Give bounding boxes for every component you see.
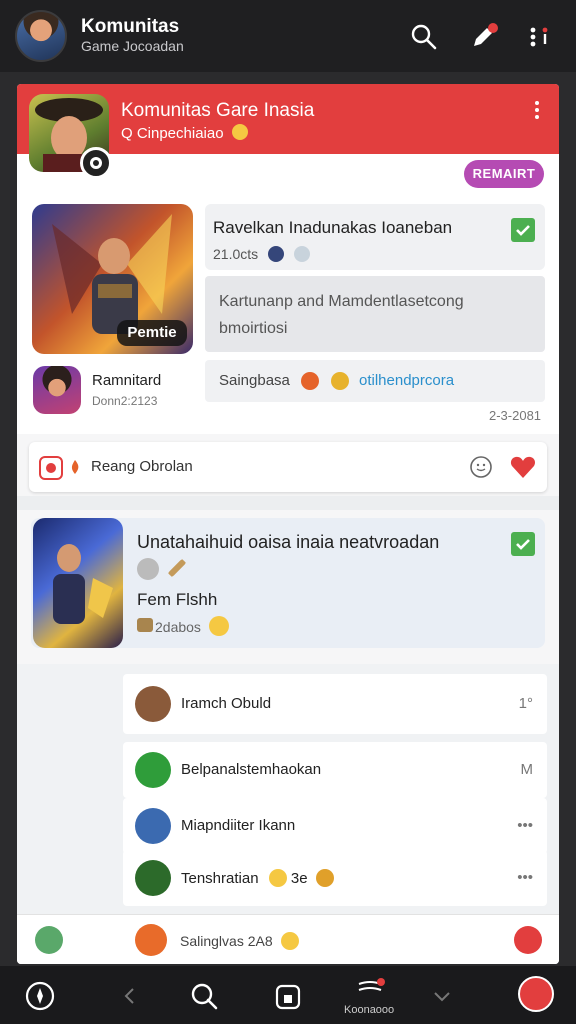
section-divider — [17, 496, 559, 510]
featured-post-image[interactable] — [33, 518, 123, 648]
profile-avatar-icon[interactable] — [518, 976, 554, 1012]
post-check-icon[interactable] — [511, 218, 535, 242]
list-item-name: Tenshratian 3e — [181, 869, 334, 887]
bottom-nav: Koonaooo — [0, 966, 576, 1024]
compose-label-text: Salinglvas 2A8 — [180, 933, 273, 949]
coin-icon — [293, 246, 310, 262]
photo-icon — [137, 618, 153, 632]
post-header[interactable]: Ravelkan Inadunakas Ioaneban 21.0cts — [205, 204, 545, 270]
chat-room-icon — [39, 456, 63, 480]
fire-icon — [71, 460, 79, 474]
grin-emoji-icon — [231, 124, 248, 140]
featured-post-meta-text: 2dabos — [155, 619, 201, 635]
hero-subtitle: Q Cinpechiaiao — [121, 124, 248, 142]
emoji-react-icon[interactable] — [469, 455, 493, 479]
gift-avatar-icon — [135, 924, 167, 956]
featured-post-author[interactable]: Fem Flshh — [137, 590, 217, 610]
edit-notification-icon[interactable] — [468, 22, 498, 52]
hero-subtitle-text: Q Cinpechiaiao — [121, 125, 224, 142]
user-name[interactable]: Ramnitard — [92, 372, 161, 389]
hero-title: Komunitas Gare Inasia — [121, 100, 315, 121]
featured-character-icon — [53, 544, 113, 624]
premium-tag: Pemtie — [117, 320, 187, 346]
list-item[interactable]: Belpanalstemhaokan M — [123, 742, 547, 798]
smile-emoji-icon — [280, 932, 299, 950]
community-panel: Komunitas Gare Inasia Q Cinpechiaiao REM… — [17, 84, 559, 964]
more-menu-icon[interactable] — [524, 22, 554, 52]
featured-post-title: Unatahaihuid oaisa inaia neatvroadan — [137, 532, 440, 552]
chat-room-row[interactable]: Reang Obrolan — [29, 442, 547, 492]
list-item-name: Iramch Obuld — [181, 695, 272, 712]
sword-icon — [167, 558, 187, 578]
post-meta-text: 21.0cts — [213, 246, 259, 262]
post-footer-link[interactable]: otilhendprcora — [359, 372, 454, 389]
flame-emoji-icon — [301, 372, 319, 390]
edit-icon[interactable] — [514, 926, 542, 954]
app-title: Komunitas — [81, 16, 180, 37]
post-meta: 21.0cts — [213, 246, 310, 262]
green-badge-avatar-icon — [135, 752, 171, 788]
green-avatar-icon — [135, 860, 171, 896]
heart-icon[interactable] — [509, 453, 537, 481]
compose-label: Salinglvas 2A8 — [180, 932, 299, 950]
post-body-text: Kartunanp and Mamdentlasetcong bmoirtios… — [219, 293, 464, 337]
compass-icon[interactable] — [24, 980, 56, 1012]
blue-avatar-icon — [135, 808, 171, 844]
list-item-name: Belpanalstemhaokan — [181, 761, 322, 778]
hero-more-icon[interactable] — [531, 98, 543, 122]
warrior-avatar-icon — [135, 686, 171, 722]
compose-row[interactable]: Salinglvas 2A8 — [17, 914, 559, 964]
featured-check-icon[interactable] — [511, 532, 535, 556]
back-chevron-icon[interactable] — [114, 980, 146, 1012]
globe-icon — [268, 246, 285, 262]
remake-button[interactable]: REMAIRT — [464, 160, 544, 188]
smile-emoji-icon — [268, 869, 287, 887]
list-item-more-icon[interactable]: ••• — [517, 869, 533, 886]
search-icon[interactable] — [409, 22, 439, 52]
top-bar: Komunitas Game Jocoadan — [0, 0, 576, 72]
list-item-name-text: Tenshratian — [181, 870, 259, 887]
search-icon[interactable] — [188, 980, 220, 1012]
cool-emoji-icon — [315, 869, 334, 887]
post-title: Ravelkan Inadunakas Ioaneban — [213, 218, 453, 237]
smile-emoji-icon — [208, 616, 229, 636]
list-item[interactable]: Iramch Obuld 1° — [123, 674, 547, 734]
list-item-badge: M — [520, 761, 534, 778]
list-item-suffix: 3e — [290, 870, 308, 887]
list-item[interactable]: Tenshratian 3e ••• — [123, 850, 547, 906]
post-footer: Saingbasa otilhendprcora — [205, 360, 545, 402]
featured-post-meta: 2dabos — [155, 616, 229, 636]
gamepad-badge-icon — [80, 147, 112, 179]
home-icon[interactable] — [272, 980, 304, 1012]
list-item-badge: 1° — [518, 695, 533, 712]
star-emoji-icon — [331, 372, 349, 390]
down-chevron-icon[interactable] — [426, 980, 458, 1012]
list-item-more-icon[interactable]: ••• — [517, 817, 533, 834]
user-avatar[interactable] — [33, 366, 81, 414]
chat-room-label: Reang Obrolan — [91, 458, 193, 475]
post-date: 2-3-2081 — [489, 408, 542, 423]
nav-active-label: Koonaooo — [344, 1004, 395, 1016]
community-avatar[interactable] — [15, 10, 67, 62]
app-subtitle: Game Jocoadan — [81, 38, 184, 54]
refresh-icon[interactable] — [35, 926, 63, 954]
list-item[interactable]: Miapndiiter Ikann ••• — [123, 798, 547, 854]
post-body: Kartunanp and Mamdentlasetcong bmoirtios… — [205, 276, 545, 352]
list-item-name: Miapndiiter Ikann — [181, 817, 296, 834]
coin-icon — [137, 558, 159, 580]
post-footer-label: Saingbasa — [219, 372, 290, 389]
featured-post-card[interactable]: Unatahaihuid oaisa inaia neatvroadan Fem… — [31, 518, 545, 648]
user-subtitle: Donn2:2123 — [92, 394, 158, 408]
